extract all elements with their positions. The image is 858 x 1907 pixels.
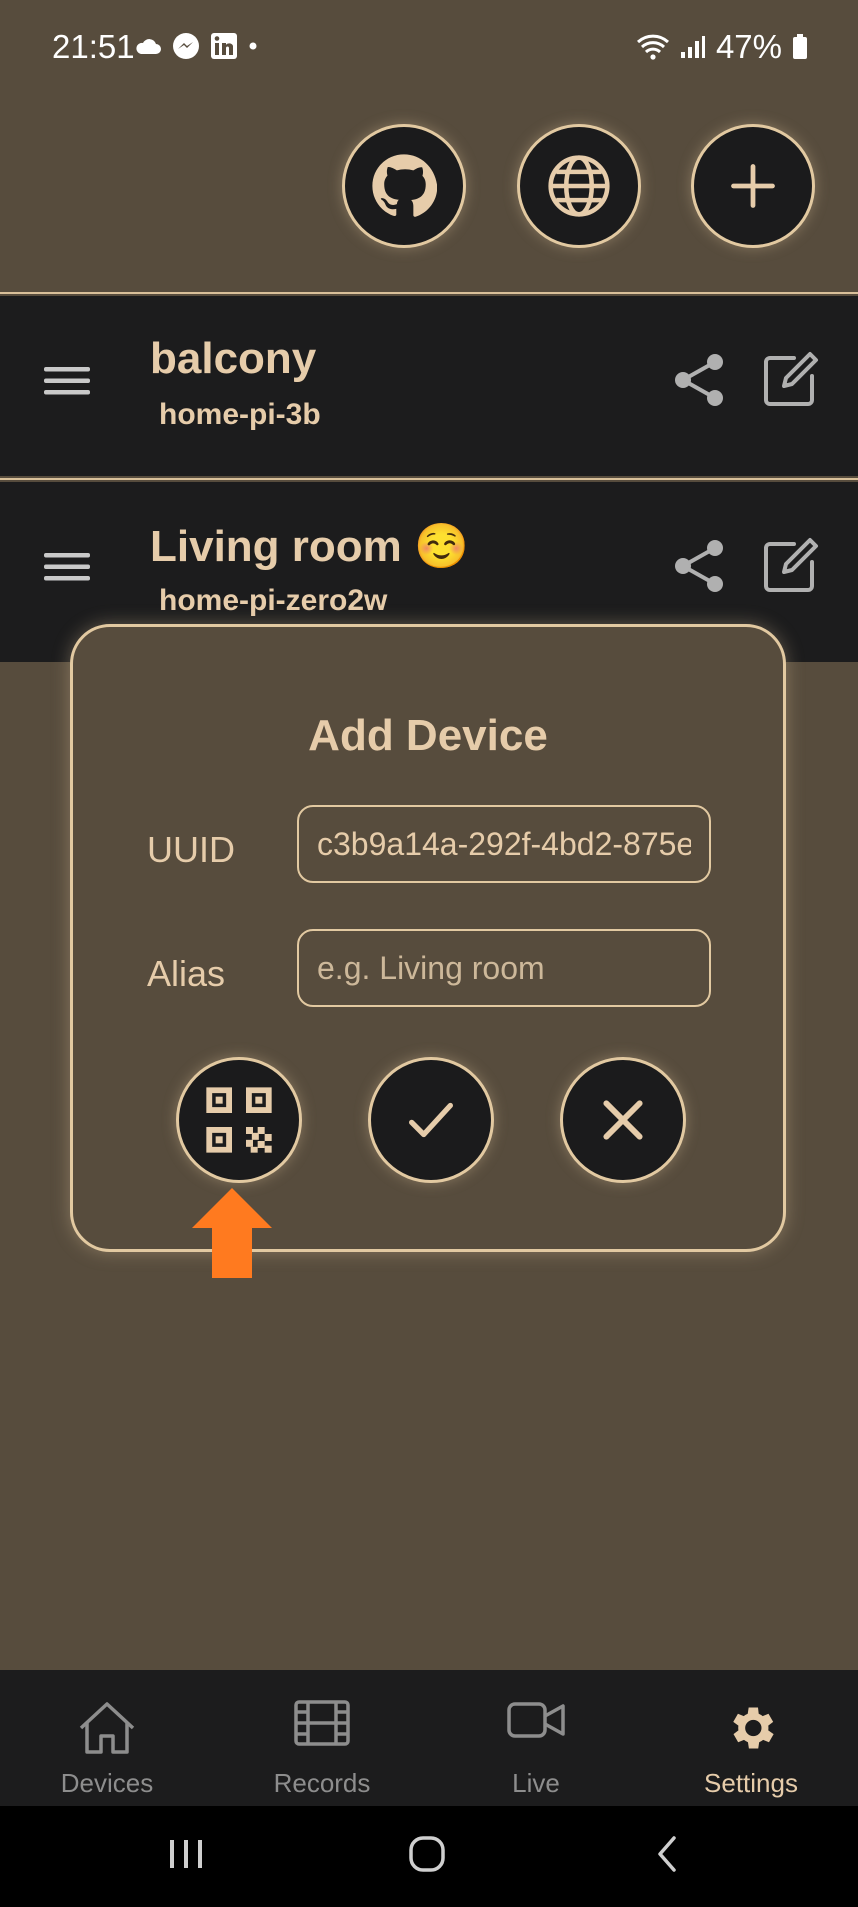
nav-live[interactable]: Live xyxy=(436,1670,636,1806)
back-icon[interactable] xyxy=(652,1834,682,1874)
close-icon xyxy=(603,1100,643,1140)
notification-icons xyxy=(134,32,258,60)
nav-label: Records xyxy=(273,1768,371,1798)
plus-icon xyxy=(731,164,775,208)
bottom-navigation: Devices Records Live Settings xyxy=(0,1670,858,1806)
gear-icon xyxy=(733,1707,774,1749)
divider xyxy=(0,292,858,294)
top-action-bar xyxy=(0,124,858,248)
uuid-input[interactable] xyxy=(297,805,711,883)
edit-icon[interactable] xyxy=(760,536,820,596)
alias-input[interactable] xyxy=(297,929,711,1007)
recent-apps-icon[interactable] xyxy=(168,1834,204,1874)
device-host: home-pi-3b xyxy=(159,398,321,431)
home-icon xyxy=(79,1702,135,1754)
github-icon xyxy=(372,154,437,217)
qr-code-icon xyxy=(206,1087,272,1153)
nav-label: Live xyxy=(512,1768,560,1798)
share-icon[interactable] xyxy=(672,352,726,408)
dot-icon xyxy=(249,42,257,50)
signal-icon xyxy=(680,36,705,58)
nav-label: Settings xyxy=(704,1768,798,1798)
dialog-title: Add Device xyxy=(308,711,548,760)
video-icon xyxy=(507,1702,565,1738)
system-navigation-bar xyxy=(0,1806,858,1907)
battery-icon xyxy=(793,34,807,59)
wifi-icon xyxy=(636,34,669,60)
globe-icon xyxy=(548,155,610,217)
status-time: 21:51 xyxy=(52,28,135,65)
confirm-button[interactable] xyxy=(368,1057,494,1183)
divider xyxy=(0,478,858,480)
alias-label: Alias xyxy=(147,953,226,994)
share-icon[interactable] xyxy=(672,538,726,594)
check-icon xyxy=(409,1102,453,1138)
drag-handle-icon[interactable] xyxy=(44,366,90,396)
device-name: Living room ☺️ xyxy=(150,522,469,571)
edit-icon[interactable] xyxy=(760,350,820,410)
drag-handle-icon[interactable] xyxy=(44,552,90,582)
annotation-arrow-icon xyxy=(192,1188,272,1278)
messenger-icon xyxy=(173,33,199,59)
device-host: home-pi-zero2w xyxy=(159,584,388,617)
device-row[interactable]: balcony home-pi-3b xyxy=(0,296,858,476)
github-button[interactable] xyxy=(342,124,466,248)
nav-settings[interactable]: Settings xyxy=(651,1670,851,1806)
status-bar: 21:51 47% xyxy=(0,0,858,96)
add-device-dialog: Add Device UUID Alias xyxy=(70,624,786,1252)
device-name: balcony xyxy=(150,334,317,383)
nav-records[interactable]: Records xyxy=(222,1670,422,1806)
system-status-icons: 47% xyxy=(636,28,808,66)
battery-percent: 47% xyxy=(715,28,782,65)
home-nav-icon[interactable] xyxy=(407,1834,447,1874)
nav-devices[interactable]: Devices xyxy=(7,1670,207,1806)
linkedin-icon xyxy=(211,33,237,59)
add-device-button[interactable] xyxy=(691,124,815,248)
website-button[interactable] xyxy=(517,124,641,248)
scan-qr-button[interactable] xyxy=(176,1057,302,1183)
film-icon xyxy=(294,1700,350,1746)
cloud-icon xyxy=(136,39,161,54)
uuid-label: UUID xyxy=(147,829,235,870)
nav-label: Devices xyxy=(60,1768,154,1798)
cancel-button[interactable] xyxy=(560,1057,686,1183)
